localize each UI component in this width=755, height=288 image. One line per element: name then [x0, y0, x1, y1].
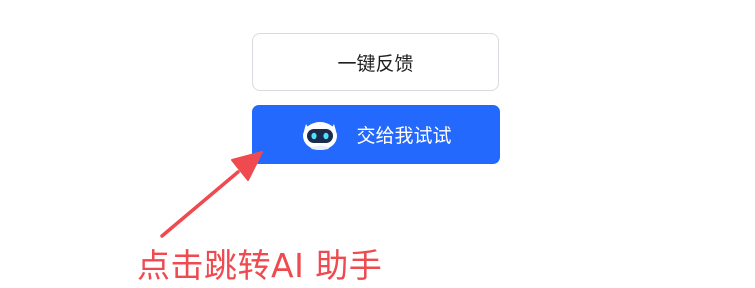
canvas: 一键反馈 交给我试试 点击跳转AI 助手 [0, 0, 755, 288]
feedback-button[interactable]: 一键反馈 [252, 33, 499, 91]
feedback-button-label: 一键反馈 [337, 52, 414, 75]
robot-icon [300, 117, 340, 153]
ai-assistant-button-label: 交给我试试 [356, 125, 452, 147]
ai-assistant-button[interactable]: 交给我试试 [252, 105, 500, 164]
annotation-text: 点击跳转AI 助手 [137, 246, 383, 285]
